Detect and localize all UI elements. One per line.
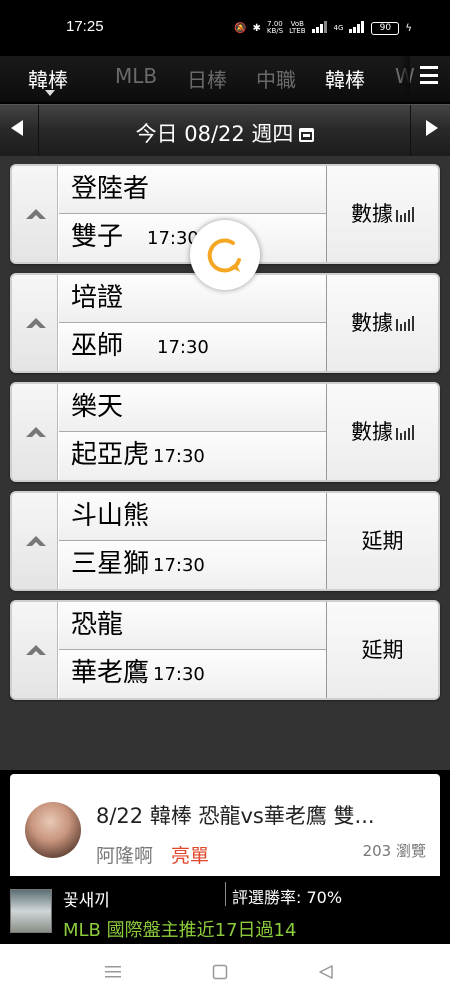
home-team: 樂天 [59, 384, 327, 432]
stats-button[interactable]: 數據 [326, 166, 438, 262]
tab-cpbl[interactable]: 中職 [256, 64, 296, 93]
recent-apps-icon[interactable] [104, 964, 122, 980]
home-team: 恐龍 [59, 602, 327, 650]
up-arrow-icon [26, 645, 46, 655]
article-tag: 亮單 [171, 845, 210, 867]
divider [410, 105, 411, 157]
battery-icon: 90 [371, 21, 400, 35]
mute-icon: 🔕 [234, 22, 247, 34]
game-status: 延期 [326, 602, 438, 698]
bluetooth-icon: ✱ [252, 22, 261, 34]
tab-korean-baseball-2[interactable]: 韓棒 [325, 64, 365, 93]
away-team-name: 巫師 [71, 331, 124, 361]
game-time: 17:30 [153, 555, 205, 576]
game-time: 17:30 [153, 446, 205, 467]
home-icon[interactable] [212, 964, 228, 980]
volte-indicator: VoB LTEB [289, 20, 306, 35]
promo-thumbnail [10, 889, 52, 933]
article-title[interactable]: 8/22 韓棒 恐龍vs華老鷹 雙... [96, 800, 426, 830]
away-team: 起亞虎 17:30 [59, 432, 327, 480]
bars-icon [396, 316, 414, 331]
away-team-name: 三星獅 [71, 549, 150, 579]
up-arrow-icon [26, 427, 46, 437]
status-label: 數據 [351, 202, 393, 226]
status-time: 17:25 [66, 18, 104, 35]
tab-fade [400, 56, 410, 102]
article-views: 203 瀏覽 [362, 842, 426, 860]
game-card[interactable]: 恐龍 華老鷹 17:30 延期 [10, 600, 440, 700]
menu-icon[interactable] [420, 66, 438, 84]
system-nav-bar [0, 944, 450, 1000]
tab-japanese-baseball[interactable]: 日棒 [187, 64, 227, 93]
refresh-icon [207, 238, 241, 273]
active-tab-indicator [45, 90, 55, 96]
status-icons: 🔕 ✱ 7.00 KB/S VoB LTEB 4G 90 ϟ [234, 18, 412, 38]
stats-button[interactable]: 數據 [326, 275, 438, 371]
away-team: 華老鷹 17:30 [59, 650, 327, 698]
charging-icon: ϟ [405, 22, 412, 34]
author-avatar[interactable] [25, 802, 81, 858]
status-label: 數據 [351, 420, 393, 444]
away-team-name: 起亞虎 [71, 440, 150, 470]
pin-button[interactable] [12, 493, 58, 589]
network-speed: 7.00 KB/S [266, 20, 284, 35]
pin-button[interactable] [12, 602, 58, 698]
status-label: 數據 [351, 311, 393, 335]
bars-icon [396, 425, 414, 440]
promo-user-name: 꽃새끼 [63, 891, 110, 911]
game-time: 17:30 [153, 664, 205, 685]
refresh-button[interactable] [190, 220, 260, 290]
home-team: 斗山熊 [59, 493, 327, 541]
calendar-icon [299, 128, 315, 142]
pin-button[interactable] [12, 384, 58, 480]
promo-banner[interactable]: 꽃새끼 評選勝率: 70% MLB 國際盤主推近17日過14 [0, 876, 450, 944]
article-author[interactable]: 阿隆啊 [96, 841, 153, 868]
home-team: 登陸者 [59, 166, 327, 214]
pin-button[interactable] [12, 166, 58, 262]
up-arrow-icon [26, 318, 46, 328]
date-selector[interactable]: 今日 08/22 週四 [0, 118, 450, 148]
game-status: 延期 [326, 493, 438, 589]
pin-button[interactable] [12, 275, 58, 371]
tab-korean-baseball[interactable]: 韓棒 [28, 64, 68, 93]
league-tabs: 韓棒 MLB 日棒 中職 韓棒 W [0, 56, 450, 102]
away-team: 三星獅 17:30 [59, 541, 327, 589]
date-bar: 今日 08/22 週四 [0, 104, 450, 157]
back-icon[interactable] [318, 964, 334, 980]
article-card[interactable]: 8/22 韓棒 恐龍vs華老鷹 雙... 阿隆啊 亮單 203 瀏覽 [10, 774, 440, 876]
up-arrow-icon [26, 209, 46, 219]
away-team: 巫師 17:30 [59, 323, 327, 371]
tab-mlb[interactable]: MLB [115, 64, 157, 88]
signal-icon [311, 20, 328, 36]
away-team-name: 華老鷹 [71, 658, 150, 688]
bars-icon [396, 207, 414, 222]
network-type: 4G [333, 23, 344, 32]
divider [225, 882, 226, 906]
game-card[interactable]: 樂天 起亞虎 17:30 數據 [10, 382, 440, 482]
status-bar: 17:25 🔕 ✱ 7.00 KB/S VoB LTEB 4G 90 ϟ [0, 0, 450, 56]
up-arrow-icon [26, 536, 46, 546]
signal-icon-2 [349, 20, 365, 36]
game-card[interactable]: 斗山熊 三星獅 17:30 延期 [10, 491, 440, 591]
next-day-button[interactable] [426, 120, 438, 136]
away-team-name: 雙子 [71, 222, 124, 252]
game-time: 17:30 [157, 337, 209, 358]
promo-text: MLB 國際盤主推近17日過14 [63, 920, 297, 941]
stats-button[interactable]: 數據 [326, 384, 438, 480]
promo-win-rate: 評選勝率: 70% [232, 888, 343, 907]
date-label: 今日 08/22 週四 [135, 122, 294, 146]
